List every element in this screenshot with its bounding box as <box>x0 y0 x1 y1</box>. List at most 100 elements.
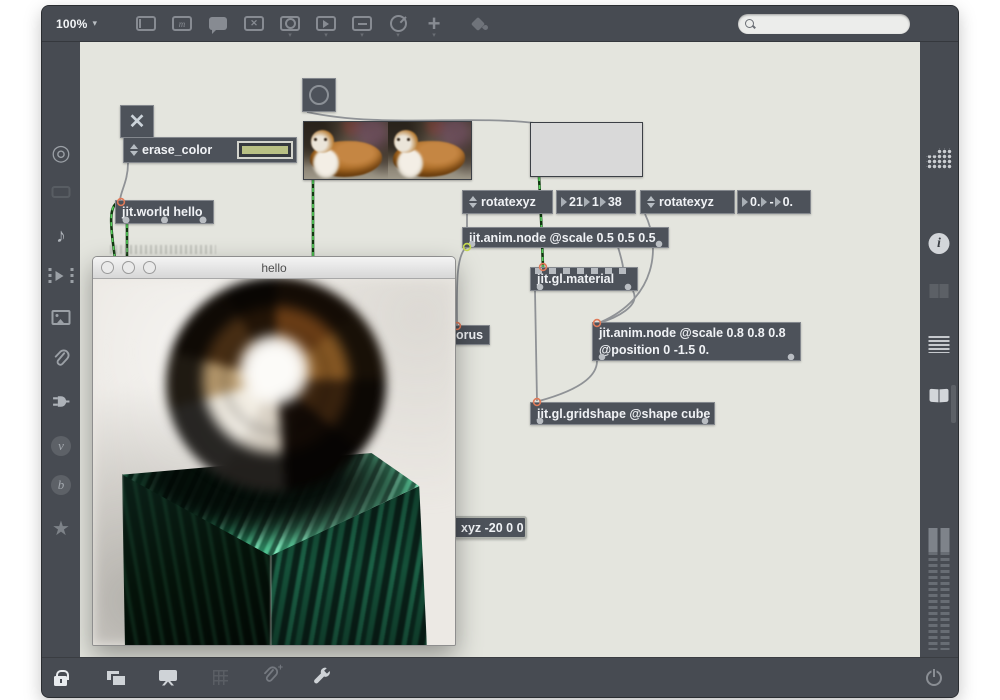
zoom-control[interactable]: 100% ▾ <box>56 17 97 31</box>
object-jit-anim-node-torus[interactable]: jit.anim.node @scale 0.5 0.5 0.5 <box>462 227 669 248</box>
object-jit-gl-gridshape-torus-partial[interactable]: orus <box>452 325 490 345</box>
chevron-down-icon: ▾ <box>288 32 292 39</box>
object-text: jit.anim.node @scale 0.5 0.5 0.5 <box>469 231 656 245</box>
textured-torus <box>166 279 386 491</box>
attrui-updown-icon[interactable] <box>468 196 477 208</box>
toggle-icon <box>244 16 264 31</box>
object-jit-gl-material[interactable]: jit.gl.material <box>530 267 638 291</box>
new-number-button[interactable]: ▾ <box>351 11 373 37</box>
faded-text-artifact <box>110 245 216 254</box>
sidebar-item-inspector[interactable]: i <box>929 233 950 254</box>
sidebar-item-media[interactable] <box>49 268 74 284</box>
wrench-icon[interactable] <box>312 666 331 690</box>
object-jit-anim-node-cube[interactable]: jit.anim.node @scale 0.8 0.8 0.8 @positi… <box>592 322 801 361</box>
lock-icon[interactable] <box>54 676 67 686</box>
sidebar-item-vimeo[interactable]: v <box>51 436 71 456</box>
number-cell[interactable]: 38 <box>600 195 622 209</box>
attrui-label: erase_color <box>142 143 212 157</box>
message-text: xyz -20 0 0 <box>461 521 524 535</box>
window-titlebar[interactable]: hello <box>93 257 455 279</box>
object-jit-gl-gridshape-cube[interactable]: jit.gl.gridshape @shape cube <box>530 402 715 425</box>
cat-image <box>304 122 388 179</box>
sidebar-item-packages[interactable] <box>52 392 71 411</box>
object-text: jit.gl.material <box>537 272 614 286</box>
toggle-x-glyph: ✕ <box>129 109 146 134</box>
power-icon[interactable] <box>926 670 942 686</box>
attrui-updown-icon[interactable] <box>646 196 655 208</box>
chevron-down-icon: ▾ <box>432 32 436 39</box>
search-field[interactable] <box>738 14 910 34</box>
search-icon <box>745 19 755 29</box>
message-rotatexyz-partial[interactable]: xyz -20 0 0 <box>453 516 527 539</box>
music-note-icon: ♪ <box>56 226 66 246</box>
object-text: jit.world hello <box>122 205 203 219</box>
sidebar-item-object-palette[interactable] <box>926 148 952 169</box>
jitter-render-window[interactable]: hello <box>92 256 456 646</box>
new-playbar-button[interactable]: ▾ <box>315 11 337 37</box>
attrui-rotatexyz-2[interactable]: rotatexyz <box>640 190 735 214</box>
number-box-rotation-1[interactable]: 21 1 38 <box>556 190 636 214</box>
b-badge-icon: b <box>51 475 71 495</box>
number-cell[interactable]: - <box>761 195 773 209</box>
new-button-button[interactable]: ▾ <box>279 11 301 37</box>
jit-pwindow-cats[interactable] <box>303 121 472 180</box>
new-dial-button[interactable]: ▾ <box>387 11 409 37</box>
scrollbar-thumb[interactable] <box>951 385 956 423</box>
traffic-light-buttons[interactable] <box>101 261 156 274</box>
bang-button-object[interactable] <box>302 78 336 112</box>
image-icon <box>52 310 71 325</box>
sidebar-item-audio[interactable]: ♪ <box>56 226 66 246</box>
clip-add-icon[interactable]: + <box>262 666 278 689</box>
close-icon[interactable] <box>101 261 114 274</box>
attrui-erase-color[interactable]: erase_color <box>123 137 297 163</box>
meter-right <box>941 528 950 650</box>
new-comment-button[interactable] <box>207 11 229 37</box>
add-object-button[interactable]: +▾ <box>423 11 445 37</box>
number-cell[interactable]: 1 <box>584 195 599 209</box>
sidebar-item-console-list[interactable] <box>929 336 950 353</box>
windows-icon[interactable] <box>107 671 125 685</box>
number-cell[interactable]: 0. <box>742 195 760 209</box>
grid-icon[interactable] <box>213 670 228 685</box>
sidebar-item-blog[interactable]: b <box>51 475 71 495</box>
cat-image <box>388 122 472 179</box>
console-icon <box>52 186 71 198</box>
toggle-object[interactable]: ✕ <box>120 105 154 138</box>
number-cell[interactable]: 0. <box>775 195 793 209</box>
number-box-rotation-2[interactable]: 0. - 0. <box>737 190 811 214</box>
sidebar-item-images[interactable] <box>52 310 71 325</box>
list-icon <box>929 336 950 353</box>
swatch-fill <box>242 146 288 154</box>
chevron-down-icon: ▾ <box>360 32 364 39</box>
sidebar-item-favorites[interactable]: ★ <box>52 519 70 539</box>
zoom-window-icon[interactable] <box>143 261 156 274</box>
attrui-label: rotatexyz <box>659 195 714 209</box>
new-object-button[interactable] <box>135 11 157 37</box>
color-swatch[interactable] <box>237 141 293 159</box>
star-icon: ★ <box>52 519 70 539</box>
sidebar-item-panes[interactable] <box>930 284 949 298</box>
object-jit-world[interactable]: jit.world hello <box>115 200 214 224</box>
sidebar-item-console[interactable] <box>52 186 71 198</box>
patcher-canvas[interactable]: ✕ erase_color jit.world hello <box>80 42 920 657</box>
sidebar-item-audio-target[interactable]: ◎ <box>51 142 70 164</box>
presentation-icon[interactable] <box>159 670 177 686</box>
paint-theme-button[interactable] <box>469 11 491 37</box>
sidebar-item-snippets[interactable] <box>53 349 70 368</box>
minimize-icon[interactable] <box>122 261 135 274</box>
attrui-label: rotatexyz <box>481 195 536 209</box>
chevron-down-icon: ▾ <box>396 32 400 39</box>
opengl-scene <box>93 279 455 645</box>
attrui-rotatexyz-1[interactable]: rotatexyz <box>462 190 553 214</box>
meter-left <box>929 528 938 650</box>
level-meters <box>929 528 950 650</box>
new-toggle-button[interactable] <box>243 11 265 37</box>
attrui-updown-icon[interactable] <box>129 144 138 156</box>
search-input[interactable] <box>755 16 910 32</box>
number-cell[interactable]: 21 <box>561 195 583 209</box>
object-text-line1: jit.anim.node @scale 0.8 0.8 0.8 <box>599 325 786 342</box>
reference-book-icon <box>930 389 949 402</box>
jit-pwindow-noise[interactable] <box>530 122 643 177</box>
new-message-button[interactable]: m <box>171 11 193 37</box>
sidebar-item-reference[interactable] <box>930 389 949 402</box>
